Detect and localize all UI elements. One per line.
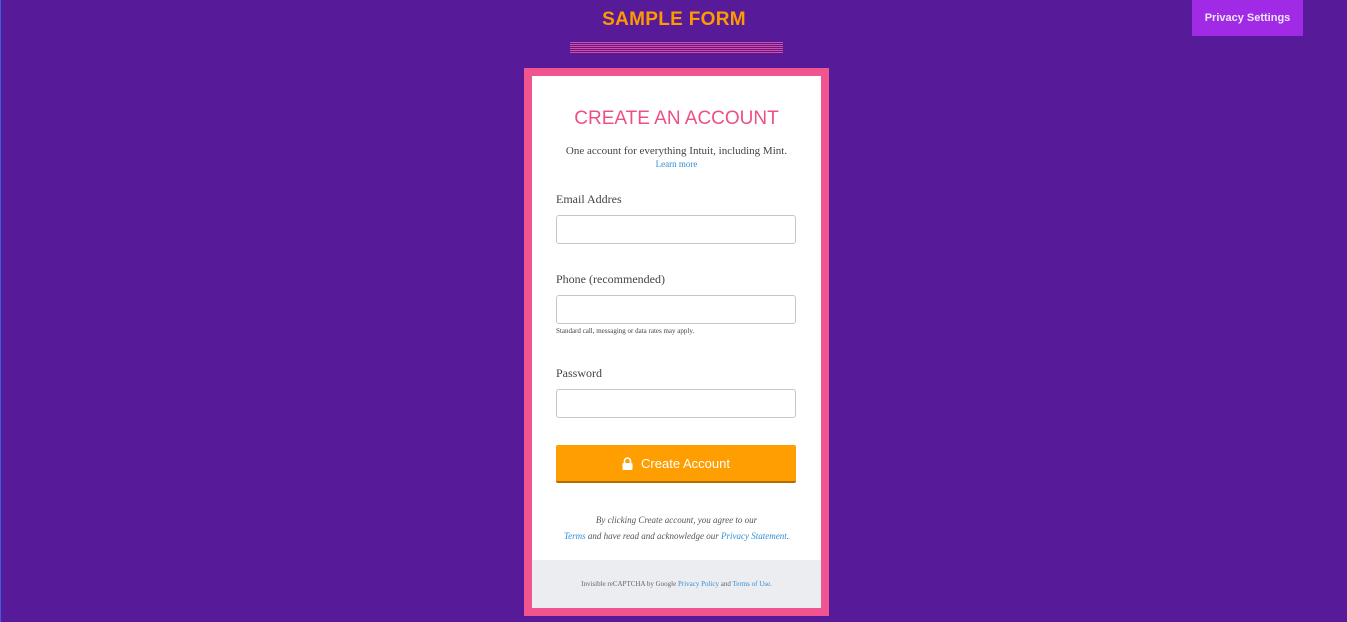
- agreement-end: .: [786, 531, 790, 541]
- footer-and: and: [719, 580, 733, 588]
- privacy-settings-button[interactable]: Privacy Settings: [1192, 0, 1303, 36]
- terms-link[interactable]: Terms: [564, 531, 586, 541]
- footer-end: .: [770, 580, 772, 588]
- card-subtitle: One account for everything Intuit, inclu…: [565, 145, 788, 157]
- create-account-label: Create Account: [641, 455, 730, 471]
- title-underline: [570, 42, 783, 54]
- email-label: Email Addres: [556, 192, 622, 206]
- privacy-statement-link[interactable]: Privacy Statement: [721, 531, 787, 541]
- phone-label: Phone (recommended): [556, 272, 665, 286]
- privacy-policy-link[interactable]: Privacy Policy: [678, 580, 719, 588]
- learn-more-link[interactable]: Learn more: [532, 159, 821, 169]
- agreement-text: By clicking Create account, you agree to…: [532, 512, 821, 544]
- recaptcha-text: Invisible reCAPTCHA by Google: [581, 580, 678, 588]
- lock-icon: [622, 456, 633, 470]
- signup-card-frame: CREATE AN ACCOUNT One account for everyt…: [524, 68, 829, 616]
- signup-card: CREATE AN ACCOUNT One account for everyt…: [532, 76, 821, 608]
- terms-of-use-link[interactable]: Terms of Use: [732, 580, 770, 588]
- agreement-middle: and have read and acknowledge our: [585, 531, 722, 541]
- agreement-line-1: By clicking Create account, you agree to…: [595, 515, 758, 525]
- recaptcha-footer: Invisible reCAPTCHA by Google Privacy Po…: [532, 560, 821, 608]
- page-title: SAMPLE FORM: [602, 9, 746, 30]
- email-field[interactable]: [556, 215, 796, 244]
- agreement-line-2: Terms and have read and acknowledge our …: [532, 528, 821, 544]
- phone-hint: Standard call, messaging or data rates m…: [556, 327, 695, 335]
- password-label: Password: [556, 366, 603, 380]
- password-field[interactable]: [556, 389, 796, 418]
- create-account-button[interactable]: Create Account: [556, 445, 796, 483]
- phone-field[interactable]: [556, 295, 796, 324]
- card-heading: CREATE AN ACCOUNT: [574, 108, 779, 129]
